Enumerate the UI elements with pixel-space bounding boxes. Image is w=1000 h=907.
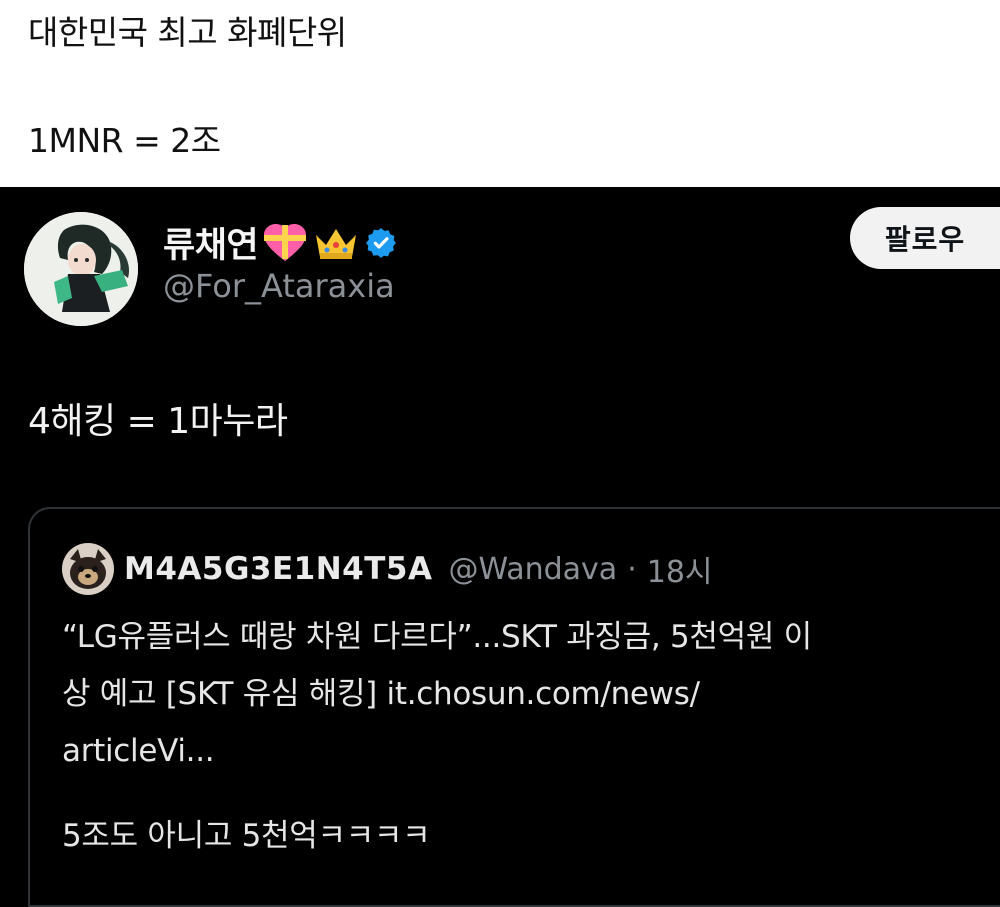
quoted-tweet-header: M4A5G3E1N4T5A @Wandava · 18시 [62,543,713,595]
author-avatar[interactable] [24,212,138,326]
caption-equation: 1MNR = 2조 [28,121,221,160]
quoted-text-line[interactable]: 상 예고 [SKT 유심 해킹] it.chosun.com/news/ [62,666,962,723]
caption-area: 대한민국 최고 화폐단위 1MNR = 2조 [0,0,1000,187]
quoted-author-name[interactable]: M4A5G3E1N4T5A [124,551,432,587]
quoted-text-line[interactable]: articleVi... [62,723,962,780]
quoted-tweet[interactable]: M4A5G3E1N4T5A @Wandava · 18시 “LG유플러스 때랑 … [28,507,1000,907]
quoted-text-line: “LG유플러스 때랑 차원 다르다”...SKT 과징금, 5천억원 이 [62,619,812,655]
author-name-row: 류채연 [163,217,398,268]
gift-heart-icon [262,223,308,263]
quoted-author-handle[interactable]: @Wandava [448,552,617,587]
author-handle[interactable]: @For_Ataraxia [163,267,395,305]
quoted-tweet-body: “LG유플러스 때랑 차원 다르다”...SKT 과징금, 5천억원 이 상 예… [62,609,962,865]
header-separator: · [627,551,637,587]
quoted-tweet-time[interactable]: 18시 [647,547,713,591]
tweet-card: 류채연 @For_Ataraxia 팔로우 4해킹 = 1마누라 M4A5G3E… [0,187,1000,907]
crown-icon [312,223,360,263]
caption-title: 대한민국 최고 화폐단위 [28,13,347,52]
follow-button[interactable]: 팔로우 [850,207,1000,269]
tweet-text: 4해킹 = 1마누라 [28,401,288,442]
quoted-text-line: 5조도 아니고 5천억ㅋㅋㅋㅋ [62,818,431,854]
author-name[interactable]: 류채연 [163,217,259,268]
verified-badge-icon [364,226,398,260]
quoted-author-avatar[interactable] [62,543,114,595]
